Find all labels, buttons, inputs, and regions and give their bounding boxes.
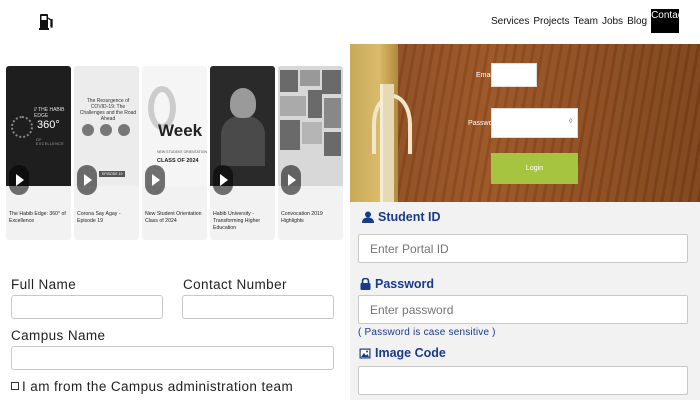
nav-contact[interactable]: Contact	[651, 9, 680, 33]
nav-services[interactable]: Services	[491, 16, 529, 27]
lock-icon	[360, 277, 371, 290]
image-icon	[359, 348, 371, 359]
thumbnail-text: // THE HABIB EDGE	[34, 107, 65, 119]
email-input[interactable]	[491, 63, 537, 87]
emblem-icon	[11, 116, 33, 138]
photo-tile	[302, 122, 322, 144]
video-carousel: // THE HABIB EDGE 360° OF EXCELLENCE The…	[6, 66, 343, 240]
nav-projects[interactable]: Projects	[533, 16, 569, 27]
photo-tile	[280, 70, 298, 92]
campus-admin-checkbox[interactable]	[11, 382, 19, 390]
video-card[interactable]: Convocation 2019 Highlights	[278, 66, 343, 240]
user-icon	[362, 211, 374, 223]
image-code-label: Image Code	[375, 346, 446, 360]
campus-admin-label: I am from the Campus administration team	[22, 379, 294, 394]
contact-number-input[interactable]	[182, 295, 334, 319]
bookshelf-graphic	[350, 44, 412, 202]
photo-tile	[308, 90, 322, 118]
thumbnail-text: NEW STUDENT ORIENTATION	[157, 150, 207, 154]
campus-admin-row: I am from the Campus administration team	[11, 379, 293, 394]
eye-icon[interactable]: ◊	[569, 118, 577, 126]
speaker-avatar	[100, 124, 112, 136]
video-card[interactable]: Week NEW STUDENT ORIENTATION CLASS OF 20…	[142, 66, 207, 240]
video-title: The Habib Edge: 360° of Excellence	[9, 211, 66, 224]
video-card[interactable]: // THE HABIB EDGE 360° OF EXCELLENCE The…	[6, 66, 71, 240]
video-card[interactable]: The Resurgence of COVID-19: The Challeng…	[74, 66, 139, 240]
person-silhouette	[230, 88, 256, 118]
play-icon[interactable]	[213, 165, 233, 195]
image-code-heading: Image Code	[359, 346, 446, 360]
campus-name-input[interactable]	[11, 346, 334, 370]
video-title: Habib University - Transforming Higher E…	[213, 211, 261, 231]
post-graphic	[380, 84, 394, 202]
thumbnail-text: 360°	[37, 119, 60, 131]
campus-name-label: Campus Name	[11, 328, 106, 343]
photo-tile	[300, 70, 320, 86]
thumbnail-text: CLASS OF 2024	[157, 158, 199, 164]
nav-blog[interactable]: Blog	[627, 16, 647, 27]
speaker-avatar	[118, 124, 130, 136]
photo-tile	[280, 96, 306, 116]
video-title: Corona Say Agay - Episode 19	[77, 211, 121, 224]
thumbnail-text: The Resurgence of COVID-19: The Challeng…	[79, 98, 137, 122]
speaker-avatar	[82, 124, 94, 136]
portal-password-label: Password	[375, 277, 435, 291]
thumbnail-text: OF EXCELLENCE	[36, 138, 65, 146]
contact-number-label: Contact Number	[183, 277, 287, 292]
password-input[interactable]	[491, 108, 578, 138]
portal-password-input[interactable]	[358, 295, 688, 324]
play-icon[interactable]	[77, 165, 97, 195]
full-name-label: Full Name	[11, 277, 77, 292]
play-icon[interactable]	[9, 165, 29, 195]
video-card[interactable]: Habib University - Transforming Higher E…	[210, 66, 275, 240]
fuel-pump-icon[interactable]	[38, 11, 54, 31]
top-navigation: Services Projects Team Jobs Blog Contact	[491, 9, 680, 33]
person-silhouette	[221, 116, 265, 166]
photo-tile	[324, 98, 341, 128]
full-name-input[interactable]	[11, 295, 163, 319]
student-id-input[interactable]	[358, 234, 688, 263]
photo-tile	[324, 132, 341, 156]
play-icon[interactable]	[281, 165, 301, 195]
page: Services Projects Team Jobs Blog Contact…	[0, 0, 700, 400]
video-title: New Student Orientation Class of 2024	[145, 211, 202, 224]
password-heading: Password	[360, 277, 434, 291]
thumbnail-text: EPISODE 19	[99, 171, 126, 177]
student-id-label: Student ID	[378, 210, 441, 224]
image-code-input[interactable]	[358, 366, 688, 395]
nav-team[interactable]: Team	[573, 16, 597, 27]
photo-tile	[280, 120, 300, 150]
password-hint: ( Password is case sensitive )	[358, 327, 496, 338]
login-button[interactable]: Login	[491, 153, 578, 184]
student-id-heading: Student ID	[362, 210, 441, 224]
play-icon[interactable]	[145, 165, 165, 195]
video-title: Convocation 2019 Highlights	[281, 211, 323, 224]
nav-jobs[interactable]: Jobs	[602, 16, 623, 27]
thumbnail-text: Week	[158, 121, 203, 140]
photo-tile	[322, 70, 341, 94]
